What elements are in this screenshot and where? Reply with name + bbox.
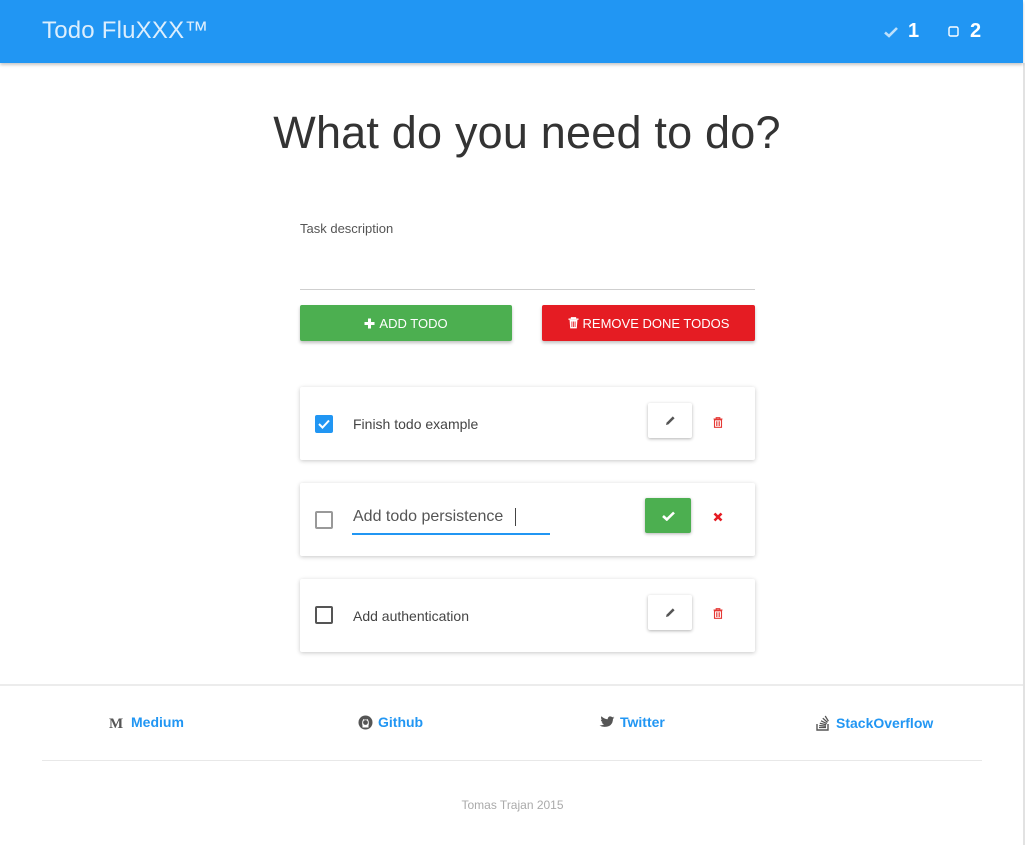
text-caret: [515, 508, 516, 526]
add-todo-label: ADD TODO: [379, 315, 448, 331]
github-icon: [358, 715, 373, 729]
delete-todo-button[interactable]: [710, 605, 726, 621]
footer-link-label: StackOverflow: [836, 714, 934, 731]
cancel-edit-button[interactable]: [710, 509, 726, 525]
close-icon: [713, 512, 723, 522]
todo-item: Add authentication: [300, 579, 755, 652]
plus-icon: [364, 318, 375, 328]
todo-text[interactable]: Add authentication: [353, 608, 469, 624]
remove-done-todos-label: REMOVE DONE TODOS: [582, 315, 730, 331]
todo-checkbox[interactable]: [315, 511, 333, 529]
page-title: What do you need to do?: [273, 107, 781, 158]
app-brand[interactable]: Todo FluXXX™: [42, 17, 208, 45]
todo-text[interactable]: Finish todo example: [353, 416, 478, 432]
square-icon: [948, 26, 959, 37]
done-counter[interactable]: 1: [884, 20, 919, 43]
todo-count: 2: [970, 20, 982, 42]
edit-todo-button[interactable]: [648, 595, 692, 630]
top-navbar: Todo FluXXX™ 1 2: [0, 0, 1023, 63]
check-icon: [318, 419, 330, 429]
todo-edit-input[interactable]: [352, 505, 550, 535]
footer-link-twitter[interactable]: Twitter: [599, 714, 665, 730]
check-icon: [884, 26, 898, 38]
todo-item: Finish todo example: [300, 387, 755, 460]
stackoverflow-icon: [816, 715, 829, 731]
footer-link-stackoverflow[interactable]: StackOverflow: [816, 714, 933, 731]
footer-divider: [42, 760, 982, 761]
done-count: 1: [908, 20, 920, 42]
todo-counter[interactable]: 2: [948, 20, 981, 43]
add-todo-button[interactable]: ADD TODO: [300, 305, 512, 341]
footer-link-label: Medium: [131, 714, 184, 730]
todo-checkbox[interactable]: [315, 415, 333, 433]
footer-link-medium[interactable]: M Medium: [109, 714, 184, 730]
remove-done-todos-button[interactable]: REMOVE DONE TODOS: [542, 305, 755, 341]
medium-icon: M: [109, 716, 123, 729]
save-edit-button[interactable]: [645, 498, 691, 533]
todo-checkbox[interactable]: [315, 606, 333, 624]
footer-divider-top: [0, 684, 1023, 686]
todo-item-editing: [300, 483, 755, 556]
edit-todo-button[interactable]: [648, 403, 692, 438]
pencil-icon: [665, 416, 675, 425]
copyright-text: Tomas Trajan 2015: [461, 798, 564, 812]
trash-icon: [568, 317, 579, 329]
trash-icon: [713, 607, 723, 619]
twitter-icon: [599, 715, 615, 727]
task-description-input[interactable]: [300, 246, 755, 290]
footer-link-label: Twitter: [620, 714, 665, 730]
task-description-label: Task description: [300, 221, 394, 236]
trash-icon: [713, 416, 723, 428]
check-icon: [661, 511, 675, 521]
delete-todo-button[interactable]: [710, 414, 726, 430]
svg-text:M: M: [109, 716, 123, 729]
pencil-icon: [665, 608, 675, 617]
footer-link-label: Github: [378, 714, 424, 730]
footer-link-github[interactable]: Github: [358, 714, 423, 730]
